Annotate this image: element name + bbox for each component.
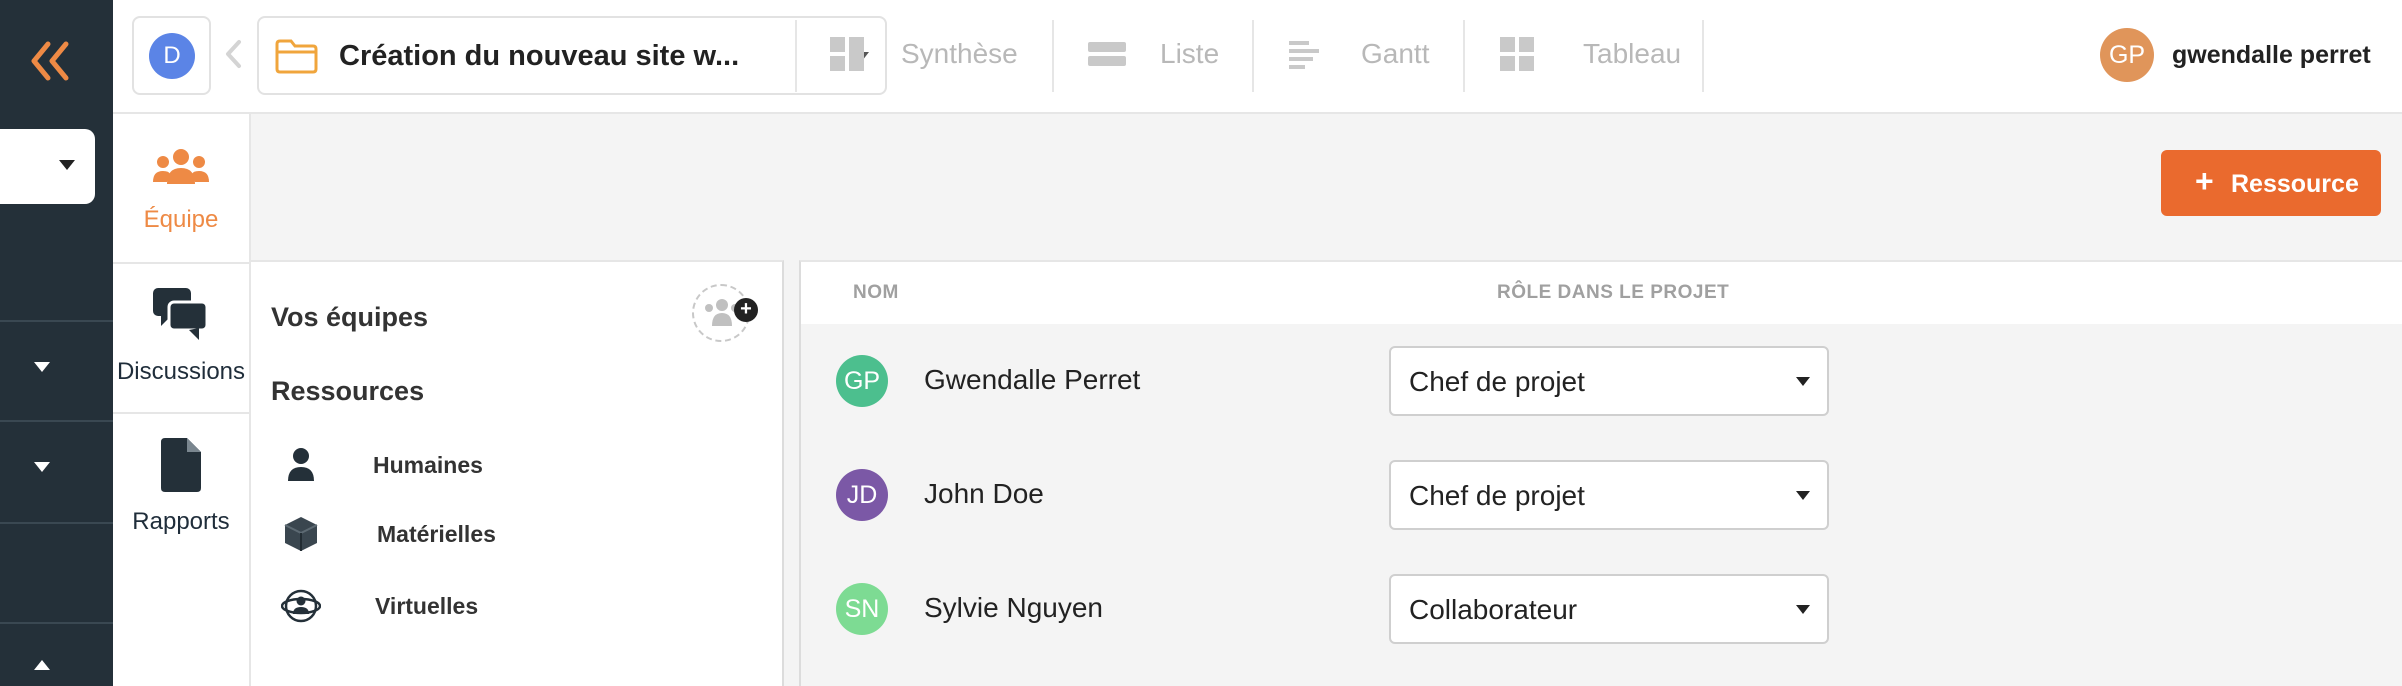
subnav-item-rapports[interactable]: Rapports <box>113 414 249 562</box>
divider <box>0 522 113 524</box>
divider <box>1702 20 1704 92</box>
resource-type-humaines[interactable]: Humaines <box>281 440 701 490</box>
chevron-down-icon <box>59 160 75 170</box>
workspace-button[interactable]: D <box>132 16 211 95</box>
synthesis-icon <box>830 37 864 71</box>
divider <box>0 320 113 322</box>
divider <box>1052 20 1054 92</box>
top-bar: D Création du nouveau site w... Synthèse… <box>113 0 2402 114</box>
rail-dropdown[interactable] <box>0 129 95 204</box>
tab-label: Tableau <box>1583 38 1682 69</box>
subnav-label: Rapports <box>132 508 230 535</box>
project-selector[interactable]: Création du nouveau site w... <box>257 16 887 95</box>
discussions-icon <box>153 288 209 340</box>
project-name: Création du nouveau site w... <box>339 40 740 72</box>
app-rail <box>0 0 113 686</box>
cube-icon <box>284 517 318 551</box>
tab-label: Synthèse <box>901 38 1018 69</box>
resources-table: NOM RÔLE DANS LE PROJET GP Gwendalle Per… <box>799 260 2402 686</box>
avatar: GP <box>2100 28 2154 82</box>
add-resource-button[interactable]: + Ressource <box>2161 150 2381 216</box>
plus-icon: + <box>2195 163 2214 199</box>
role-value: Chef de projet <box>1409 480 1585 511</box>
table-row: JD John Doe Chef de projet <box>801 438 2402 552</box>
chevron-down-icon <box>1796 605 1810 614</box>
teams-title: Vos équipes <box>271 302 429 332</box>
tab-liste[interactable]: Liste <box>1088 24 1248 84</box>
avatar: JD <box>836 469 888 521</box>
table-header: NOM RÔLE DANS LE PROJET <box>801 262 2402 324</box>
divider <box>1463 20 1465 92</box>
virtual-icon <box>281 589 321 623</box>
plus-icon: + <box>734 298 758 322</box>
chevron-down-icon <box>1796 377 1810 386</box>
project-subnav: Équipe Discussions Rapports <box>113 114 251 686</box>
teams-panel: Vos équipes + Ressources Humaines Matéri… <box>251 260 784 686</box>
user-menu[interactable]: GP gwendalle perret <box>2100 16 2390 95</box>
column-header-name: NOM <box>853 282 899 303</box>
gantt-icon <box>1289 41 1319 69</box>
avatar: GP <box>836 355 888 407</box>
resources-title: Ressources <box>271 376 425 406</box>
member-name: John Doe <box>924 478 1044 509</box>
folder-icon <box>275 39 318 74</box>
user-name: gwendalle perret <box>2172 41 2371 69</box>
resource-type-label: Virtuelles <box>375 593 479 619</box>
role-select[interactable]: Chef de projet <box>1389 346 1829 416</box>
resource-type-label: Matérielles <box>377 521 496 547</box>
reports-icon <box>161 438 201 492</box>
tab-label: Gantt <box>1361 38 1430 69</box>
table-row: SN Sylvie Nguyen Collaborateur <box>801 552 2402 666</box>
collapse-sidebar-icon[interactable] <box>28 38 78 84</box>
divider <box>1252 20 1254 92</box>
team-icon <box>153 149 209 184</box>
resource-type-label: Humaines <box>373 452 483 478</box>
subnav-item-equipe[interactable]: Équipe <box>113 114 249 262</box>
add-team-button[interactable]: + <box>692 284 758 342</box>
role-select[interactable]: Chef de projet <box>1389 460 1829 530</box>
avatar: SN <box>836 583 888 635</box>
table-row: GP Gwendalle Perret Chef de projet <box>801 324 2402 438</box>
subnav-label: Discussions <box>116 358 246 385</box>
chevron-down-icon <box>1796 491 1810 500</box>
button-label: Ressource <box>2231 170 2359 198</box>
role-value: Collaborateur <box>1409 594 1578 625</box>
person-icon <box>288 448 314 481</box>
resource-type-virtuelles[interactable]: Virtuelles <box>281 581 701 631</box>
chevron-down-icon[interactable] <box>34 462 50 472</box>
member-name: Sylvie Nguyen <box>924 592 1103 623</box>
board-icon <box>1500 37 1534 71</box>
column-header-role: RÔLE DANS LE PROJET <box>1497 282 1730 303</box>
workspace-avatar: D <box>149 33 195 79</box>
divider <box>795 20 797 92</box>
list-icon <box>1088 42 1126 66</box>
tab-gantt[interactable]: Gantt <box>1289 24 1489 84</box>
resource-type-materielles[interactable]: Matérielles <box>281 509 701 559</box>
tab-label: Liste <box>1160 38 1220 69</box>
subnav-label: Équipe <box>143 206 219 233</box>
tab-synthese[interactable]: Synthèse <box>829 24 1129 84</box>
chevron-left-icon[interactable] <box>223 38 245 70</box>
chevron-up-icon[interactable] <box>34 660 50 670</box>
divider <box>0 622 113 624</box>
subnav-item-discussions[interactable]: Discussions <box>113 264 249 412</box>
member-name: Gwendalle Perret <box>924 364 1141 395</box>
role-value: Chef de projet <box>1409 366 1585 397</box>
tab-tableau[interactable]: Tableau <box>1499 24 1719 84</box>
chevron-down-icon[interactable] <box>34 362 50 372</box>
role-select[interactable]: Collaborateur <box>1389 574 1829 644</box>
divider <box>0 420 113 422</box>
